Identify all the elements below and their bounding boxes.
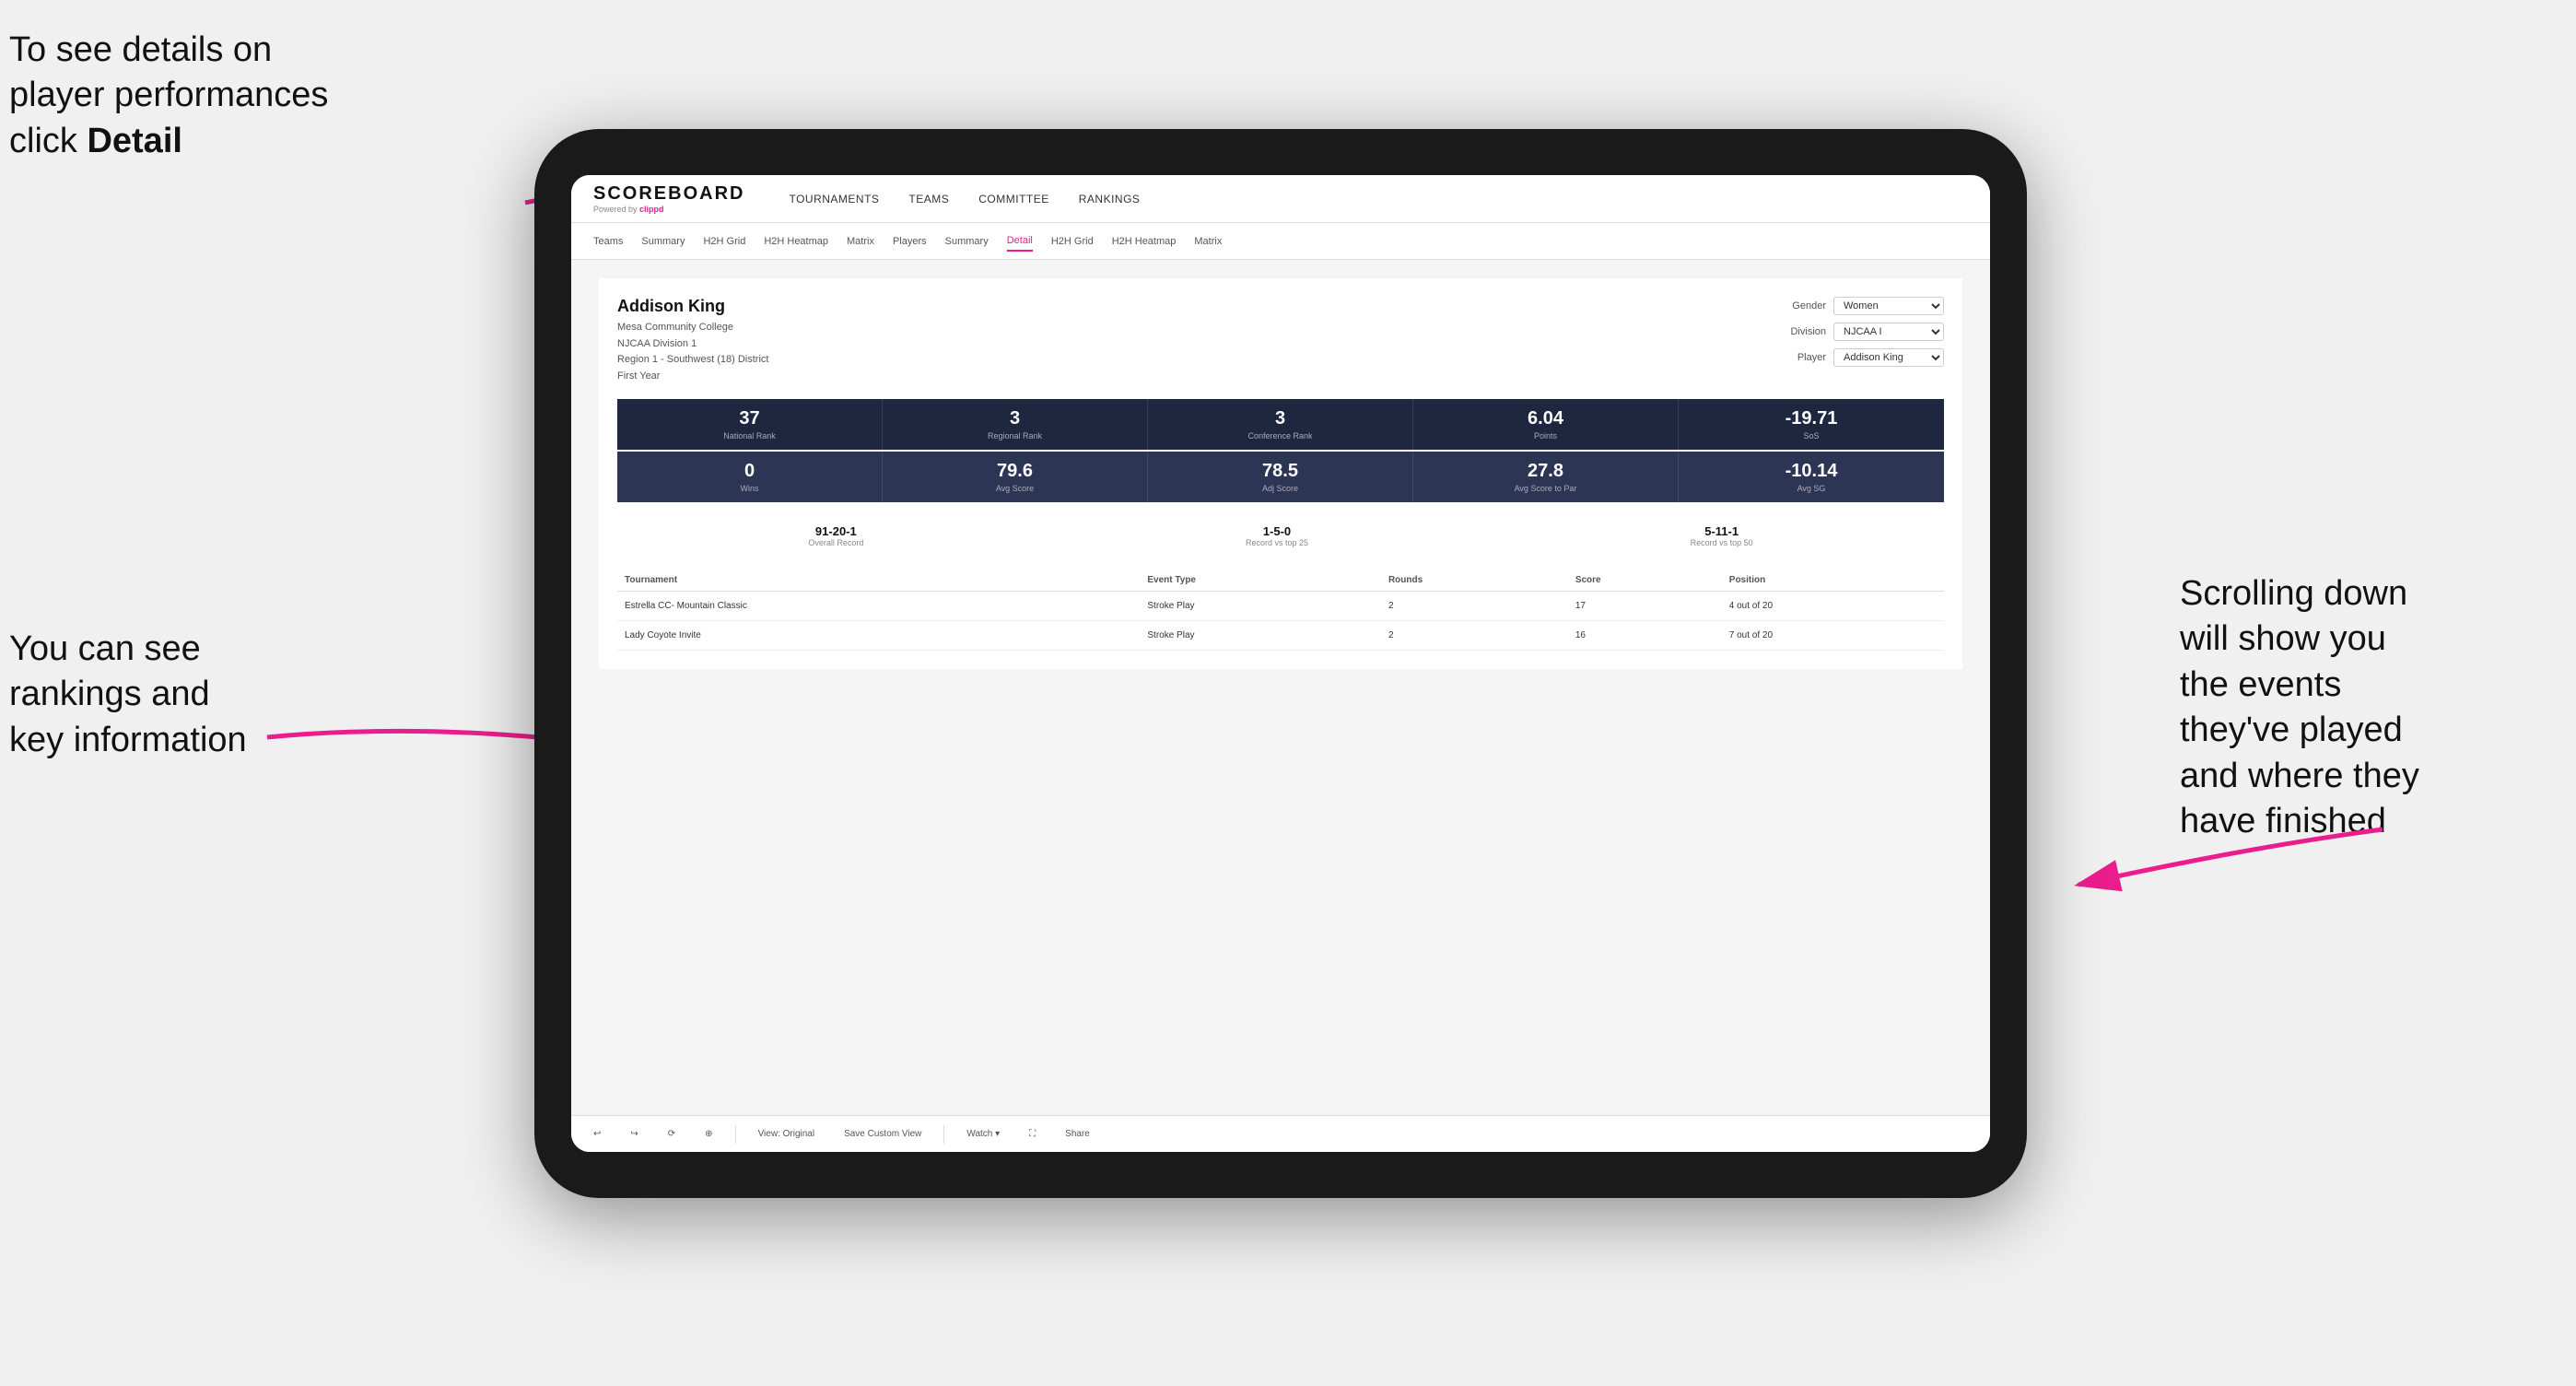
stat-points: 6.04 Points [1413, 399, 1679, 450]
rounds-2: 2 [1381, 621, 1568, 651]
stat-national-rank: 37 National Rank [617, 399, 883, 450]
stat-avg-score-to-par: 27.8 Avg Score to Par [1413, 452, 1679, 502]
player-year: First Year [617, 369, 768, 385]
table-row: Lady Coyote Invite Stroke Play 2 16 7 ou… [617, 621, 1944, 651]
position-1: 4 out of 20 [1722, 592, 1944, 621]
annotation-topleft: To see details on player performances cl… [9, 28, 359, 164]
share-button[interactable]: Share [1058, 1125, 1097, 1143]
sub-nav-players[interactable]: Players [893, 232, 927, 251]
player-info: Addison King Mesa Community College NJCA… [617, 297, 768, 384]
record-overall: 91-20-1 Overall Record [808, 524, 863, 547]
division-label: Division [1775, 326, 1826, 337]
sub-nav: Teams Summary H2H Grid H2H Heatmap Matri… [571, 223, 1990, 260]
annotation-bottomright: Scrolling down will show you the events … [2180, 571, 2567, 844]
col-tournament: Tournament [617, 570, 1140, 592]
player-controls: Gender Women Division NJCAA I [1775, 297, 1944, 384]
stat-avg-score: 79.6 Avg Score [883, 452, 1148, 502]
player-detail-card: Addison King Mesa Community College NJCA… [599, 278, 1962, 669]
player-select[interactable]: Addison King [1833, 348, 1944, 367]
top-nav: SCOREBOARD Powered by clippd TOURNAMENTS… [571, 175, 1990, 223]
sub-nav-h2h-heatmap[interactable]: H2H Heatmap [764, 232, 828, 251]
refresh-button[interactable]: ⟳ [661, 1125, 683, 1143]
stat-conference-rank: 3 Conference Rank [1148, 399, 1413, 450]
screen-button[interactable]: ⛶ [1022, 1125, 1043, 1143]
stats-row2: 0 Wins 79.6 Avg Score 78.5 Adj Score 27.… [617, 452, 1944, 502]
col-event-type: Event Type [1140, 570, 1381, 592]
score-2: 16 [1568, 621, 1722, 651]
rounds-1: 2 [1381, 592, 1568, 621]
position-2: 7 out of 20 [1722, 621, 1944, 651]
save-custom-view-button[interactable]: Save Custom View [837, 1125, 929, 1143]
division-row: Division NJCAA I [1775, 323, 1944, 341]
nav-rankings[interactable]: RANKINGS [1079, 189, 1141, 209]
sub-nav-h2h-grid[interactable]: H2H Grid [703, 232, 745, 251]
gender-select[interactable]: Women [1833, 297, 1944, 315]
player-region: Region 1 - Southwest (18) District [617, 352, 768, 369]
nav-tournaments[interactable]: TOURNAMENTS [789, 189, 879, 209]
logo-powered: Powered by clippd [593, 205, 744, 214]
view-original-button[interactable]: View: Original [751, 1125, 823, 1143]
toolbar-sep1 [735, 1125, 736, 1144]
zoom-button[interactable]: ⊕ [697, 1125, 720, 1143]
bottom-toolbar: ↩ ↪ ⟳ ⊕ View: Original Save Custom View … [571, 1115, 1990, 1152]
tournament-table: Tournament Event Type Rounds Score Posit… [617, 570, 1944, 651]
tournament-name-2: Lady Coyote Invite [617, 621, 1140, 651]
annotation-bottomleft: You can see rankings and key information [9, 627, 359, 763]
player-college: Mesa Community College [617, 320, 768, 336]
nav-teams[interactable]: TEAMS [908, 189, 949, 209]
toolbar-sep2 [943, 1125, 944, 1144]
stat-avg-sg: -10.14 Avg SG [1679, 452, 1944, 502]
records-row: 91-20-1 Overall Record 1-5-0 Record vs t… [617, 517, 1944, 555]
stat-regional-rank: 3 Regional Rank [883, 399, 1148, 450]
watch-button[interactable]: Watch ▾ [959, 1125, 1007, 1143]
sub-nav-teams[interactable]: Teams [593, 232, 623, 251]
score-1: 17 [1568, 592, 1722, 621]
division-select[interactable]: NJCAA I [1833, 323, 1944, 341]
undo-button[interactable]: ↩ [586, 1125, 608, 1143]
stat-adj-score: 78.5 Adj Score [1148, 452, 1413, 502]
sub-nav-h2h-grid2[interactable]: H2H Grid [1051, 232, 1094, 251]
event-type-1: Stroke Play [1140, 592, 1381, 621]
table-row: Estrella CC- Mountain Classic Stroke Pla… [617, 592, 1944, 621]
gender-row: Gender Women [1775, 297, 1944, 315]
stat-wins: 0 Wins [617, 452, 883, 502]
nav-committee[interactable]: COMMITTEE [978, 189, 1049, 209]
logo-area: SCOREBOARD Powered by clippd [593, 183, 744, 214]
tournament-name-1: Estrella CC- Mountain Classic [617, 592, 1140, 621]
stats-row1: 37 National Rank 3 Regional Rank 3 Confe… [617, 399, 1944, 450]
player-name: Addison King [617, 297, 768, 316]
sub-nav-matrix[interactable]: Matrix [847, 232, 874, 251]
sub-nav-matrix2[interactable]: Matrix [1194, 232, 1222, 251]
record-top50: 5-11-1 Record vs top 50 [1691, 524, 1753, 547]
stat-sos: -19.71 SoS [1679, 399, 1944, 450]
logo-scoreboard: SCOREBOARD [593, 183, 744, 205]
event-type-2: Stroke Play [1140, 621, 1381, 651]
redo-button[interactable]: ↪ [623, 1125, 645, 1143]
player-row: Player Addison King [1775, 348, 1944, 367]
content-area[interactable]: Addison King Mesa Community College NJCA… [571, 260, 1990, 1115]
player-header: Addison King Mesa Community College NJCA… [617, 297, 1944, 384]
col-rounds: Rounds [1381, 570, 1568, 592]
sub-nav-h2h-heatmap2[interactable]: H2H Heatmap [1112, 232, 1177, 251]
sub-nav-detail[interactable]: Detail [1007, 231, 1033, 252]
gender-label: Gender [1775, 300, 1826, 311]
tablet-screen: SCOREBOARD Powered by clippd TOURNAMENTS… [571, 175, 1990, 1152]
record-top25: 1-5-0 Record vs top 25 [1246, 524, 1308, 547]
sub-nav-summary2[interactable]: Summary [945, 232, 989, 251]
col-position: Position [1722, 570, 1944, 592]
player-label: Player [1775, 352, 1826, 363]
col-score: Score [1568, 570, 1722, 592]
sub-nav-summary[interactable]: Summary [641, 232, 685, 251]
player-division: NJCAA Division 1 [617, 336, 768, 353]
tablet-frame: SCOREBOARD Powered by clippd TOURNAMENTS… [534, 129, 2027, 1198]
